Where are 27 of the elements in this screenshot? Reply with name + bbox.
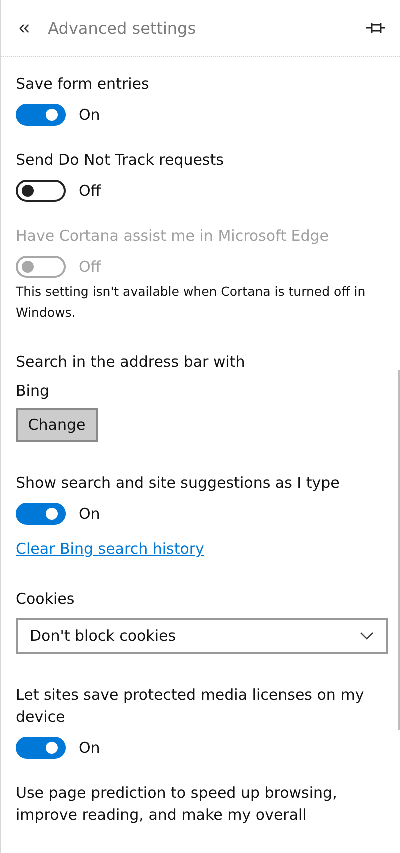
toggle-state: On bbox=[79, 739, 100, 757]
toggle-state: Off bbox=[79, 182, 102, 200]
clear-history-link[interactable]: Clear Bing search history bbox=[16, 540, 204, 558]
toggle-switch[interactable] bbox=[16, 180, 66, 202]
setting-label: Let sites save protected media licenses on my device bbox=[16, 685, 366, 728]
toggle-state: On bbox=[79, 106, 100, 124]
search-engine: Bing bbox=[16, 382, 50, 400]
scrollbar[interactable] bbox=[398, 370, 400, 730]
setting-label: Save form entries bbox=[16, 74, 150, 95]
back-button[interactable]: « bbox=[19, 18, 30, 38]
setting-note: This setting isn't available when Cortana is turned off in Windows. bbox=[16, 283, 367, 322]
setting-label: Use page prediction to speed up browsing, improve reading, and make my overall bbox=[16, 783, 338, 826]
setting-label: Cookies bbox=[16, 589, 76, 610]
setting-label: Search in the address bar with bbox=[16, 352, 246, 373]
pin-icon[interactable] bbox=[366, 22, 386, 34]
setting-label: Send Do Not Track requests bbox=[16, 150, 225, 171]
chevron-down-icon bbox=[360, 632, 374, 640]
setting-label: Show search and site suggestions as I type bbox=[16, 473, 341, 494]
toggle-switch[interactable] bbox=[16, 104, 66, 126]
setting-label: Have Cortana assist me in Microsoft Edge bbox=[16, 226, 330, 247]
toggle-switch[interactable] bbox=[16, 503, 66, 525]
cookies-dropdown[interactable]: Don't block cookies bbox=[16, 618, 388, 654]
toggle-state: On bbox=[79, 505, 100, 523]
change-button[interactable]: Change bbox=[16, 408, 98, 442]
toggle-switch[interactable] bbox=[16, 737, 66, 759]
panel-title: Advanced settings bbox=[48, 18, 198, 38]
toggle-state: Off bbox=[79, 258, 102, 276]
